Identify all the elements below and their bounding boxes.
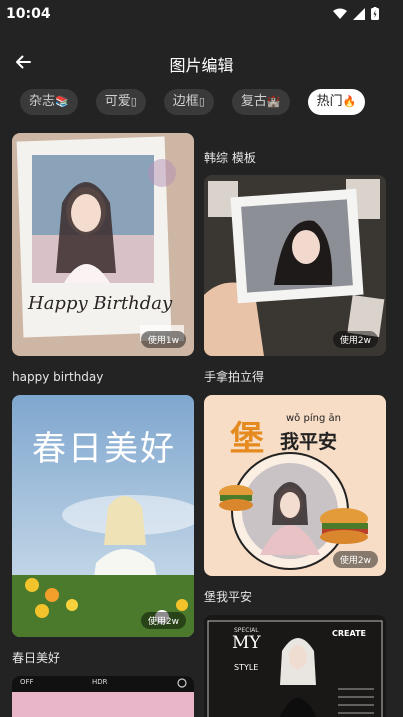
app-bar: 图片编辑 [0, 40, 403, 82]
camera-mode-off: OFF [20, 678, 34, 686]
tab-label: 可爱 [104, 94, 131, 109]
template-card-camera[interactable]: OFF HDR [12, 676, 194, 717]
tab-label: 复古 [240, 94, 267, 109]
template-overlay-style: STYLE [234, 663, 259, 672]
template-overlay-create: CREATE [332, 629, 366, 638]
tab-hot[interactable]: 热门🔥 [307, 89, 366, 115]
status-bar: 10:04 [0, 0, 403, 28]
status-time: 10:04 [6, 6, 51, 22]
template-card-my-style[interactable]: SPECIAL MY STYLE CREATE [204, 615, 386, 717]
battery-icon [371, 7, 379, 20]
tab-label: 杂志 [29, 94, 56, 109]
template-card-korean-variety[interactable] [204, 133, 386, 137]
template-overlay-text: MY [232, 633, 261, 653]
tab-magazine[interactable]: 杂志📚 [20, 89, 78, 115]
template-overlay-text: Happy Birthday [28, 293, 173, 314]
template-title: 手拿拍立得 [204, 370, 265, 384]
template-card-happy-birthday[interactable]: Happy Birthday 使用1w [12, 133, 194, 356]
usage-badge: 使用2w [332, 551, 378, 568]
books-icon: 📚 [55, 95, 69, 108]
template-title: 韩综 模板 [204, 151, 256, 165]
template-card-spring[interactable]: 春日美好 使用2w [12, 395, 194, 637]
template-card-polaroid[interactable]: 使用2w [204, 175, 386, 356]
template-title: happy birthday [12, 370, 104, 384]
tab-border[interactable]: 边框▯ [163, 89, 214, 115]
missing-glyph-icon: ▯ [130, 95, 137, 108]
tab-label: 热门 [316, 94, 343, 109]
fire-icon: 🔥 [342, 95, 357, 108]
usage-badge: 使用1w [140, 331, 186, 348]
template-thumbnail [204, 175, 386, 356]
page-title: 图片编辑 [169, 56, 234, 75]
castle-icon: 🏰 [266, 95, 281, 108]
template-title: 春日美好 [12, 651, 61, 665]
category-tabs: 杂志📚 可爱▯ 边框▯ 复古🏰 热门🔥 [20, 89, 366, 115]
signal-icon [353, 7, 365, 20]
template-overlay-pinyin: wǒ píng ān [286, 413, 341, 424]
usage-badge: 使用2w [140, 612, 186, 629]
tab-retro[interactable]: 复古🏰 [231, 89, 290, 115]
wifi-icon [333, 8, 347, 19]
template-thumbnail [12, 133, 194, 356]
status-icons [333, 7, 379, 20]
template-overlay-big: 堡 [230, 419, 264, 459]
template-overlay-text: 我平安 [280, 431, 338, 453]
missing-glyph-icon: ▯ [198, 95, 205, 108]
template-overlay-text: 春日美好 [32, 429, 176, 469]
camera-mode-hdr: HDR [92, 678, 108, 686]
template-grid: Happy Birthday 使用1w happy birthday 春日美好 … [0, 133, 403, 717]
usage-badge: 使用2w [332, 331, 378, 348]
template-title: 堡我平安 [204, 590, 253, 604]
tab-cute[interactable]: 可爱▯ [95, 89, 146, 115]
tab-label: 边框 [172, 94, 199, 109]
template-card-burger[interactable]: wǒ píng ān 堡 我平安 使用2w [204, 395, 386, 576]
